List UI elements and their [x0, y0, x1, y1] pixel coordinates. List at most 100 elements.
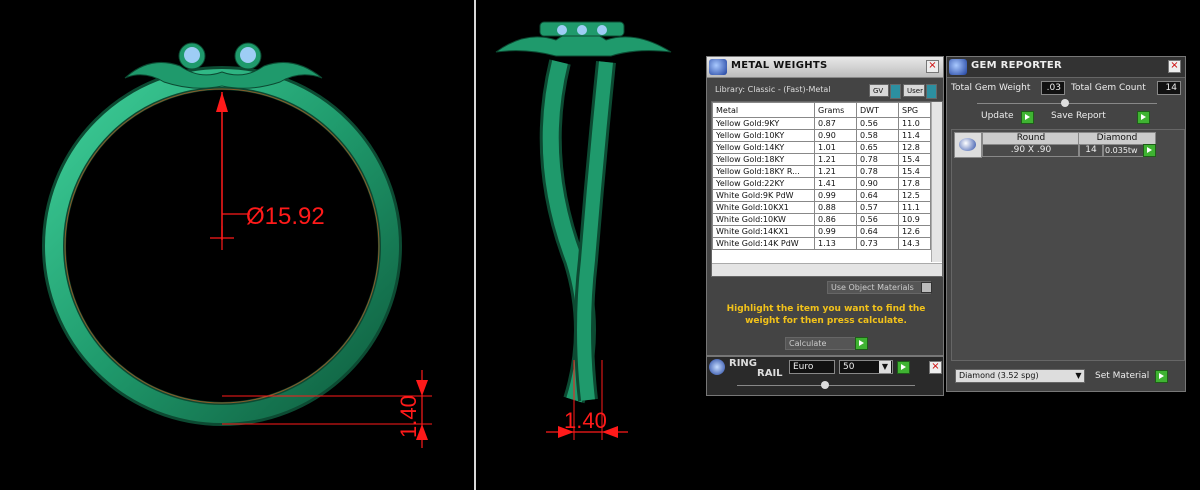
table-cell: 11.0: [898, 117, 931, 130]
gv-info-icon[interactable]: [890, 84, 901, 99]
table-row[interactable]: White Gold:14KX1 0.99 0.64 12.6: [712, 225, 931, 238]
total-count-label: Total Gem Count: [1071, 83, 1146, 93]
table-cell: Yellow Gold:14KY: [712, 141, 815, 154]
table-cell: White Gold:9K PdW: [712, 189, 815, 202]
table-cell: 0.87: [814, 117, 857, 130]
table-row[interactable]: White Gold:10KW 0.86 0.56 10.9: [712, 213, 931, 226]
table-cell: 0.57: [856, 201, 899, 214]
close-icon[interactable]: ×: [1168, 60, 1181, 73]
table-row[interactable]: Yellow Gold:18KY 1.21 0.78 15.4: [712, 153, 931, 166]
ring-rail-close-icon[interactable]: ×: [929, 361, 942, 374]
table-cell: 0.86: [814, 213, 857, 226]
table-cell: 17.8: [898, 177, 931, 190]
chevron-down-icon[interactable]: ▼: [879, 361, 891, 373]
table-row[interactable]: Yellow Gold:9KY 0.87 0.56 11.0: [712, 117, 931, 130]
ring-rail-label-1: RING: [729, 358, 757, 369]
user-info-icon[interactable]: [926, 84, 937, 99]
use-object-materials-checkbox[interactable]: [921, 282, 932, 293]
gem-reporter-title: GEM REPORTER: [971, 60, 1063, 71]
ring-rail-go-icon[interactable]: [897, 361, 910, 374]
ring-rail-logo-icon: [709, 359, 725, 375]
calculate-go-icon[interactable]: [855, 337, 868, 350]
table-cell: 0.64: [856, 189, 899, 202]
metal-table: Metal Grams DWT SPG Yellow Gold:9KY 0.87 0…: [712, 102, 931, 250]
user-toggle[interactable]: User: [903, 84, 925, 97]
table-cell: 15.4: [898, 153, 931, 166]
metal-table-container: Metal Grams DWT SPG Yellow Gold:9KY 0.87 0…: [711, 101, 943, 277]
vertical-scrollbar[interactable]: [931, 102, 942, 262]
ring-front-view: Ø15.92 1.40: [42, 42, 432, 448]
gem-reporter-panel: GEM REPORTER × Total Gem Weight .03 Tota…: [946, 56, 1186, 392]
table-cell: Yellow Gold:10KY: [712, 129, 815, 142]
table-cell: 0.90: [856, 177, 899, 190]
table-cell: 0.56: [856, 213, 899, 226]
ring-size-unit[interactable]: Euro: [789, 360, 835, 374]
gv-toggle[interactable]: GV: [869, 84, 889, 97]
table-cell: White Gold:10KX1: [712, 201, 815, 214]
save-report-go-icon[interactable]: [1137, 111, 1150, 124]
table-cell: 11.1: [898, 201, 931, 214]
table-row[interactable]: White Gold:10KX1 0.88 0.57 11.1: [712, 201, 931, 214]
ring-rail-label-2: RAIL: [757, 368, 783, 379]
save-report-button[interactable]: Save Report: [1051, 111, 1106, 121]
column-header[interactable]: Grams: [814, 102, 857, 118]
column-header[interactable]: SPG: [898, 102, 931, 118]
table-cell: 1.41: [814, 177, 857, 190]
update-go-icon[interactable]: [1021, 111, 1034, 124]
table-cell: Yellow Gold:22KY: [712, 177, 815, 190]
side-head: [495, 21, 672, 57]
gem-go-icon[interactable]: [1143, 144, 1156, 157]
table-cell: White Gold:14KX1: [712, 225, 815, 238]
horizontal-scrollbar[interactable]: [712, 263, 942, 276]
ring-side-view: 1.40: [495, 21, 672, 440]
total-weight-value: .03: [1041, 81, 1065, 95]
ring-rail-slider-knob[interactable]: [821, 381, 829, 389]
table-cell: 10.9: [898, 213, 931, 226]
table-cell: 1.21: [814, 153, 857, 166]
table-row[interactable]: Yellow Gold:22KY 1.41 0.90 17.8: [712, 177, 931, 190]
metal-weights-logo-icon: [709, 59, 727, 75]
set-material-go-icon[interactable]: [1155, 370, 1168, 383]
table-cell: White Gold:14K PdW: [712, 237, 815, 250]
update-button[interactable]: Update: [981, 111, 1014, 121]
table-row[interactable]: Yellow Gold:14KY 1.01 0.65 12.8: [712, 141, 931, 154]
table-cell: Yellow Gold:18KY: [712, 153, 815, 166]
thickness-label: 1.40: [396, 395, 421, 438]
gem-count: 14: [1078, 144, 1104, 157]
calculate-button[interactable]: Calculate: [785, 337, 859, 350]
chevron-down-icon[interactable]: ▼: [1073, 370, 1084, 382]
table-cell: 0.73: [856, 237, 899, 250]
material-select[interactable]: Diamond (3.52 spg): [955, 369, 1085, 383]
gem-reporter-logo-icon: [949, 59, 967, 75]
table-cell: 11.4: [898, 129, 931, 142]
table-cell: 0.64: [856, 225, 899, 238]
gem-slider-knob[interactable]: [1061, 99, 1069, 107]
table-row[interactable]: Yellow Gold:10KY 0.90 0.58 11.4: [712, 129, 931, 142]
table-row[interactable]: White Gold:9K PdW 0.99 0.64 12.5: [712, 189, 931, 202]
table-cell: White Gold:10KW: [712, 213, 815, 226]
use-object-materials-field[interactable]: Use Object Materials: [827, 281, 931, 294]
diameter-label: Ø15.92: [246, 203, 325, 230]
table-cell: 0.99: [814, 189, 857, 202]
column-header[interactable]: DWT: [856, 102, 899, 118]
table-cell: 15.4: [898, 165, 931, 178]
close-icon[interactable]: ×: [926, 60, 939, 73]
ring-rail-panel: RING RAIL Euro 50 ▼ ×: [706, 356, 944, 396]
table-cell: 0.78: [856, 165, 899, 178]
library-label: Library: Classic - (Fast)-Metal: [715, 85, 831, 94]
table-cell: 0.90: [814, 129, 857, 142]
table-cell: 1.13: [814, 237, 857, 250]
table-cell: 0.65: [856, 141, 899, 154]
column-header[interactable]: Metal: [712, 102, 815, 118]
total-count-value: 14: [1157, 81, 1181, 95]
table-row[interactable]: Yellow Gold:18KY R... 1.21 0.78 15.4: [712, 165, 931, 178]
set-material-button[interactable]: Set Material: [1095, 371, 1149, 381]
gem-row[interactable]: Round Diamond .90 X .90 14 0.035tw: [954, 132, 1156, 158]
table-cell: 0.99: [814, 225, 857, 238]
table-cell: 0.78: [856, 153, 899, 166]
metal-weights-titlebar: METAL WEIGHTS ×: [707, 57, 943, 78]
gem-reporter-titlebar: GEM REPORTER ×: [947, 57, 1185, 78]
table-row[interactable]: White Gold:14K PdW 1.13 0.73 14.3: [712, 237, 931, 250]
gem-weight: 0.035tw: [1102, 144, 1146, 157]
metal-weights-panel: METAL WEIGHTS × Library: Classic - (Fast…: [706, 56, 944, 356]
